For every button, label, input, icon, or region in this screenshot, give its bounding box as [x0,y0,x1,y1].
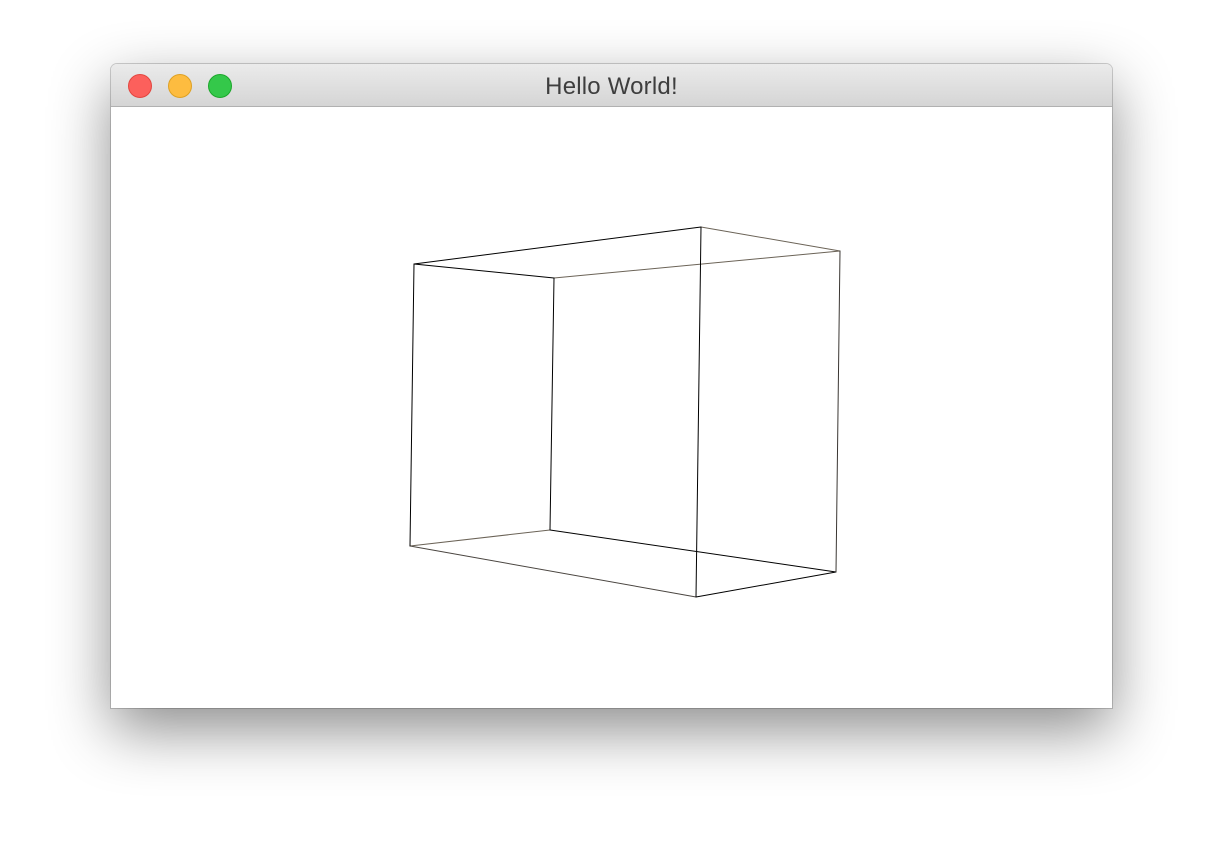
cube-edge [835,250,841,573]
cube-edge [553,250,841,279]
app-window: Hello World! [111,64,1112,708]
cube-edge [549,277,555,531]
cube-edge [409,263,415,547]
canvas-area[interactable] [111,107,1112,708]
cube-edge [700,226,841,252]
cube-edge [695,226,702,598]
cube-edge [409,545,697,598]
window-title: Hello World! [545,73,678,100]
title-bar[interactable]: Hello World! [111,64,1112,107]
cube-edge [695,571,837,598]
cube-edge [413,226,702,265]
cube-edge [549,529,837,573]
cube-edge [409,529,551,547]
cube-edge [413,263,555,279]
wireframe-cube [409,226,841,598]
